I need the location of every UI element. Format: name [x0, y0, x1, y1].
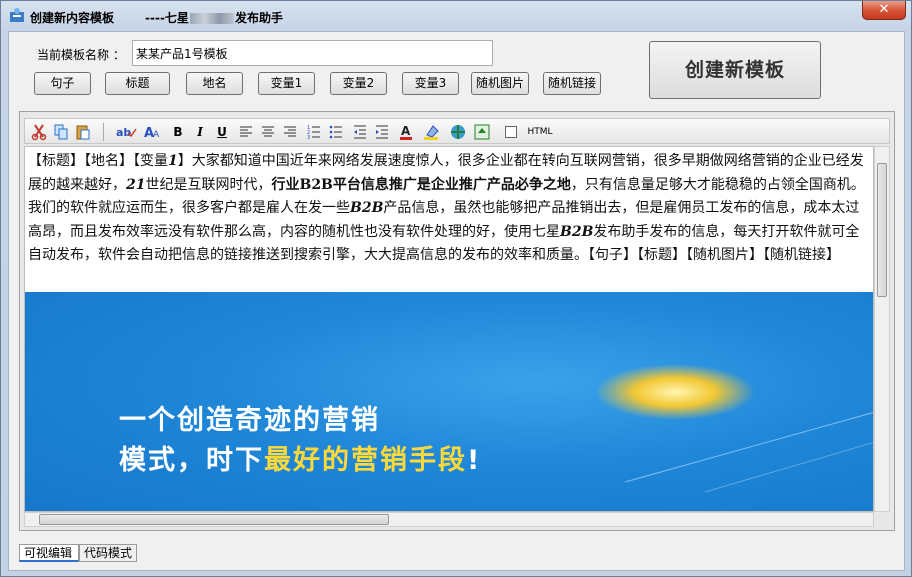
- copy-icon[interactable]: [53, 123, 69, 141]
- svg-text:A: A: [401, 124, 411, 138]
- indent-icon[interactable]: [375, 123, 389, 141]
- highlight-icon[interactable]: [423, 123, 443, 141]
- insert-sentence-button[interactable]: 句子: [34, 72, 91, 95]
- template-name-label: 当前模板名称 ：: [37, 48, 125, 62]
- app-icon: [10, 8, 24, 22]
- html-label: HTML: [527, 127, 553, 137]
- insert-var2-button[interactable]: 变量2: [330, 72, 387, 95]
- redacted-text: [189, 13, 234, 24]
- insert-title-button[interactable]: 标题: [105, 72, 170, 95]
- insert-image-icon[interactable]: [473, 123, 491, 141]
- font-size-icon[interactable]: AA: [143, 123, 163, 141]
- app-window: 创建新内容模板 ----七星 发布助手 ✕ 当前模板名称 ： 某某产品1号模板 句…: [0, 0, 912, 577]
- svg-text:ab: ab: [116, 126, 131, 139]
- tab-code-mode[interactable]: 代码模式: [79, 544, 137, 562]
- insert-random-link-button[interactable]: 随机链接: [543, 72, 601, 95]
- template-name-input[interactable]: 某某产品1号模板: [132, 40, 493, 66]
- outdent-icon[interactable]: [353, 123, 367, 141]
- html-checkbox[interactable]: [505, 126, 517, 138]
- window-title: 创建新内容模板: [30, 11, 115, 25]
- ordered-list-icon[interactable]: 123: [307, 123, 321, 141]
- cut-icon[interactable]: [31, 123, 47, 141]
- insert-var1-button[interactable]: 变量1: [258, 72, 315, 95]
- align-right-icon[interactable]: [283, 123, 297, 141]
- banner-image: 一个创造奇迹的营销 模式，时下最好的营销手段!: [25, 292, 873, 511]
- insert-link-icon[interactable]: [449, 123, 467, 141]
- align-left-icon[interactable]: [239, 123, 253, 141]
- svg-text:A: A: [153, 130, 160, 140]
- title-bar: 创建新内容模板 ----七星 发布助手 ✕: [1, 1, 911, 31]
- insert-random-image-button[interactable]: 随机图片: [471, 72, 529, 95]
- editor-panel: ab AA B I U 123 A HTML 【标题】【地名】【变量1】大家都知…: [19, 111, 895, 531]
- font-color-icon[interactable]: A: [399, 123, 417, 141]
- horizontal-scroll-thumb[interactable]: [39, 514, 389, 525]
- client-area: 当前模板名称 ： 某某产品1号模板 句子 标题 地名 变量1 变量2 变量3 随…: [8, 31, 905, 571]
- editor-toolbar: ab AA B I U 123 A HTML: [24, 118, 890, 144]
- create-template-button[interactable]: 创建新模板: [649, 41, 821, 99]
- vertical-scroll-thumb[interactable]: [877, 163, 887, 297]
- underline-icon[interactable]: U: [215, 123, 229, 141]
- unordered-list-icon[interactable]: [329, 123, 343, 141]
- bold-icon[interactable]: B: [171, 123, 185, 141]
- insert-var3-button[interactable]: 变量3: [402, 72, 459, 95]
- insert-place-button[interactable]: 地名: [186, 72, 243, 95]
- italic-icon[interactable]: I: [193, 123, 207, 141]
- tab-visual-edit[interactable]: 可视编辑: [19, 544, 79, 562]
- vertical-scrollbar[interactable]: [874, 146, 890, 512]
- toolbar-separator: [103, 123, 104, 141]
- editor-content: 【标题】【地名】【变量1】大家都知道中国近年来网络发展速度惊人，很多企业都在转向…: [28, 153, 865, 263]
- editor-document[interactable]: 【标题】【地名】【变量1】大家都知道中国近年来网络发展速度惊人，很多企业都在转向…: [24, 146, 874, 512]
- align-center-icon[interactable]: [261, 123, 275, 141]
- svg-text:3: 3: [307, 135, 310, 141]
- spellcheck-icon[interactable]: ab: [115, 123, 137, 141]
- banner-headline-2: 模式，时下最好的营销手段!: [119, 445, 482, 476]
- window-subtitle: ----七星 发布助手: [145, 11, 283, 25]
- horizontal-scrollbar[interactable]: [24, 512, 874, 527]
- paste-icon[interactable]: [75, 123, 91, 141]
- close-button[interactable]: ✕: [862, 1, 906, 20]
- banner-headline-1: 一个创造奇迹的营销: [119, 405, 380, 436]
